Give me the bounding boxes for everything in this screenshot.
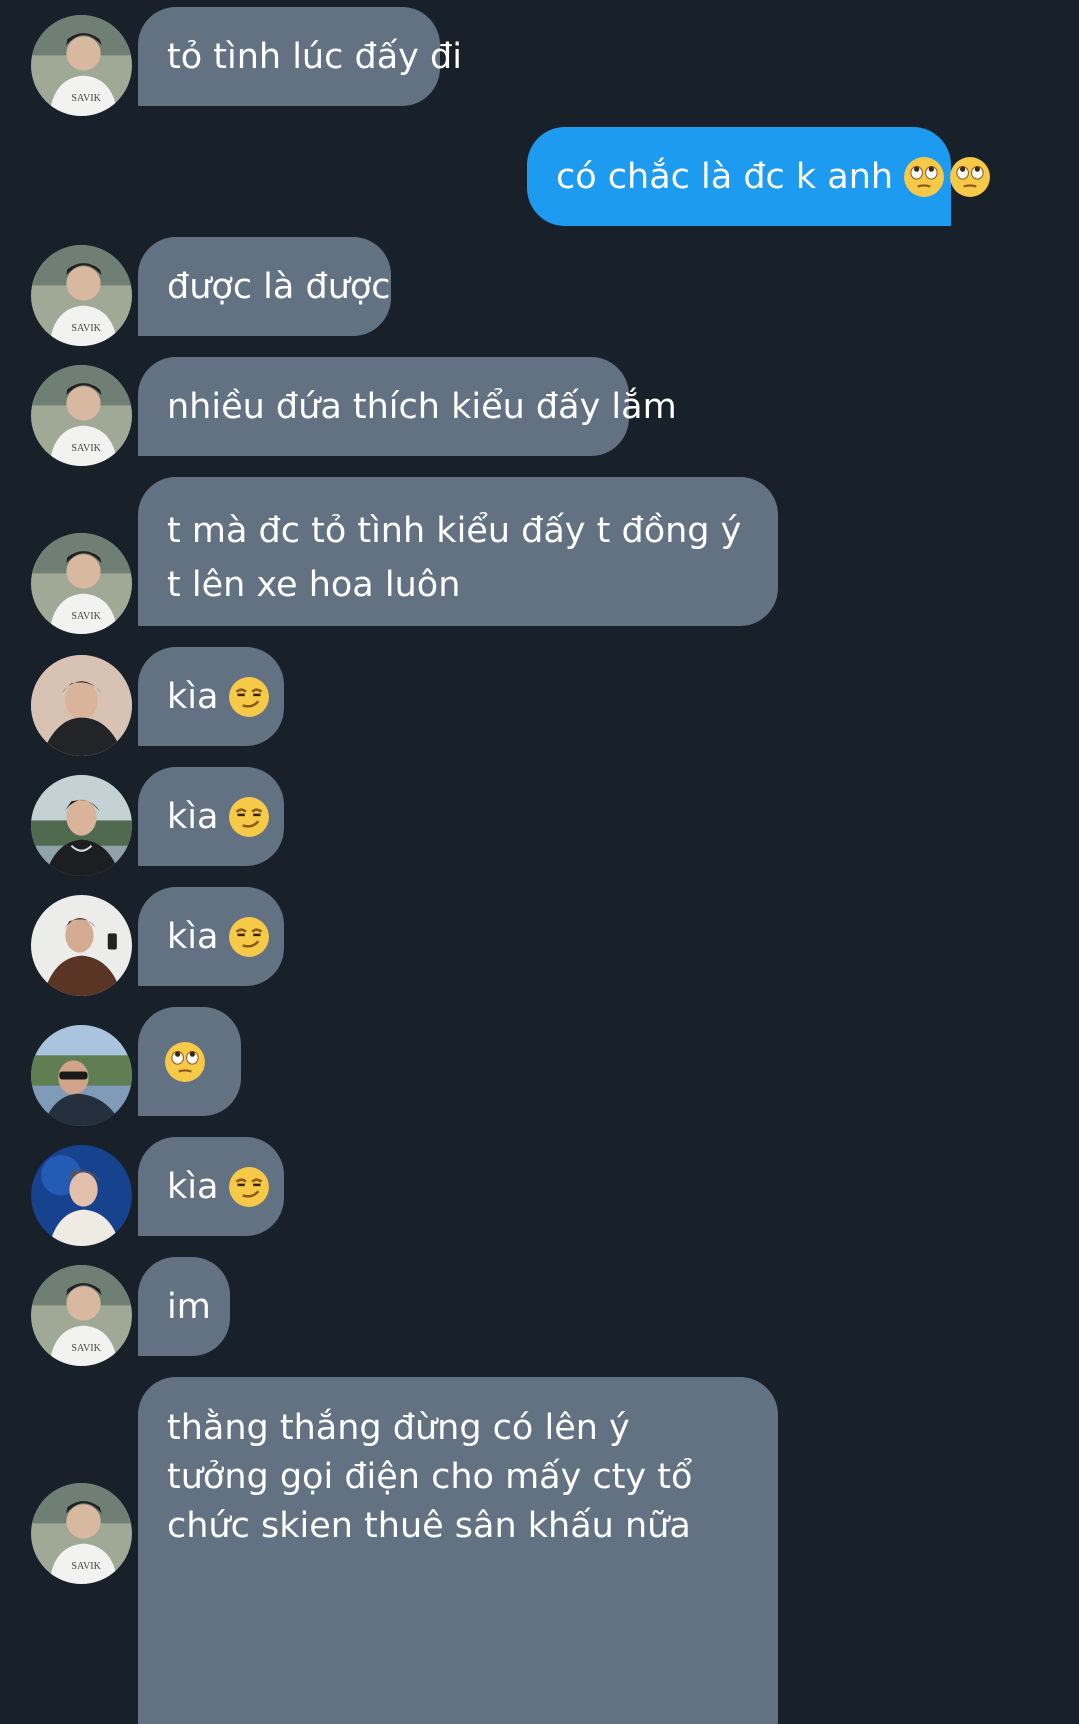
svg-text:SAVIK: SAVIK — [71, 323, 101, 334]
sender-avatar[interactable] — [31, 895, 132, 996]
avatar-d-icon — [31, 895, 132, 996]
svg-text:SAVIK: SAVIK — [71, 1343, 101, 1354]
sender-avatar[interactable]: SAVIK — [31, 15, 132, 116]
sender-avatar[interactable]: SAVIK — [31, 365, 132, 466]
face-with-rolling-eyes-icon — [903, 156, 945, 198]
message-text: kìa — [167, 796, 219, 837]
sender-avatar[interactable]: SAVIK — [31, 245, 132, 346]
message-text: kìa — [167, 1166, 219, 1207]
message-text: thằng thắng đừng có lên ý tưởng gọi điện… — [167, 1408, 693, 1546]
avatar-f-icon — [31, 1145, 132, 1246]
message-text: t mà đc tỏ tình kiểu đấy t đồng ý t lên … — [167, 511, 742, 605]
message-bubble[interactable]: t mà đc tỏ tình kiểu đấy t đồng ý t lên … — [138, 477, 778, 626]
svg-text:SAVIK: SAVIK — [71, 1561, 101, 1572]
avatar-a-icon: SAVIK — [31, 245, 132, 346]
avatar-a-icon: SAVIK — [31, 533, 132, 634]
message-text: có chắc là đc k anh — [556, 156, 894, 197]
message-bubble[interactable]: được là được — [138, 237, 391, 336]
smirking-face-icon — [228, 1166, 270, 1208]
svg-text:SAVIK: SAVIK — [71, 93, 101, 104]
sender-avatar[interactable] — [31, 1025, 132, 1126]
message-text: nhiều đứa thích kiểu đấy lắm — [167, 386, 677, 427]
sender-avatar[interactable] — [31, 655, 132, 756]
message-text: tỏ tình lúc đấy đi — [167, 36, 462, 77]
message-bubble[interactable]: kìa — [138, 1137, 284, 1236]
avatar-c-icon — [31, 775, 132, 876]
message-text: im — [167, 1286, 211, 1327]
message-bubble[interactable] — [138, 1007, 241, 1116]
sender-avatar[interactable]: SAVIK — [31, 533, 132, 634]
message-bubble[interactable]: thằng thắng đừng có lên ý tưởng gọi điện… — [138, 1377, 778, 1724]
message-text: được là được — [167, 266, 391, 307]
svg-text:SAVIK: SAVIK — [71, 443, 101, 454]
message-bubble[interactable]: tỏ tình lúc đấy đi — [138, 7, 462, 106]
smirking-face-icon — [228, 916, 270, 958]
message-bubble[interactable]: kìa — [138, 647, 284, 746]
smirking-face-icon — [228, 796, 270, 838]
message-bubble[interactable]: nhiều đứa thích kiểu đấy lắm — [138, 357, 677, 456]
sender-avatar[interactable]: SAVIK — [31, 1483, 132, 1584]
sender-avatar[interactable] — [31, 775, 132, 876]
avatar-a-icon: SAVIK — [31, 1483, 132, 1584]
sender-avatar[interactable]: SAVIK — [31, 1265, 132, 1366]
avatar-b-icon — [31, 655, 132, 756]
svg-text:SAVIK: SAVIK — [71, 611, 101, 622]
message-bubble[interactable]: kìa — [138, 887, 284, 986]
face-with-rolling-eyes-icon — [949, 156, 991, 198]
avatar-e-icon — [31, 1025, 132, 1126]
outgoing-message-bubble[interactable]: có chắc là đc k anh — [527, 127, 991, 226]
message-bubble[interactable]: im — [138, 1257, 230, 1356]
face-with-rolling-eyes-icon — [164, 1041, 206, 1083]
message-text: kìa — [167, 916, 219, 957]
avatar-a-icon: SAVIK — [31, 365, 132, 466]
sender-avatar[interactable] — [31, 1145, 132, 1246]
message-bubble[interactable]: kìa — [138, 767, 284, 866]
avatar-a-icon: SAVIK — [31, 1265, 132, 1366]
smirking-face-icon — [228, 676, 270, 718]
avatar-a-icon: SAVIK — [31, 15, 132, 116]
message-text: kìa — [167, 676, 219, 717]
